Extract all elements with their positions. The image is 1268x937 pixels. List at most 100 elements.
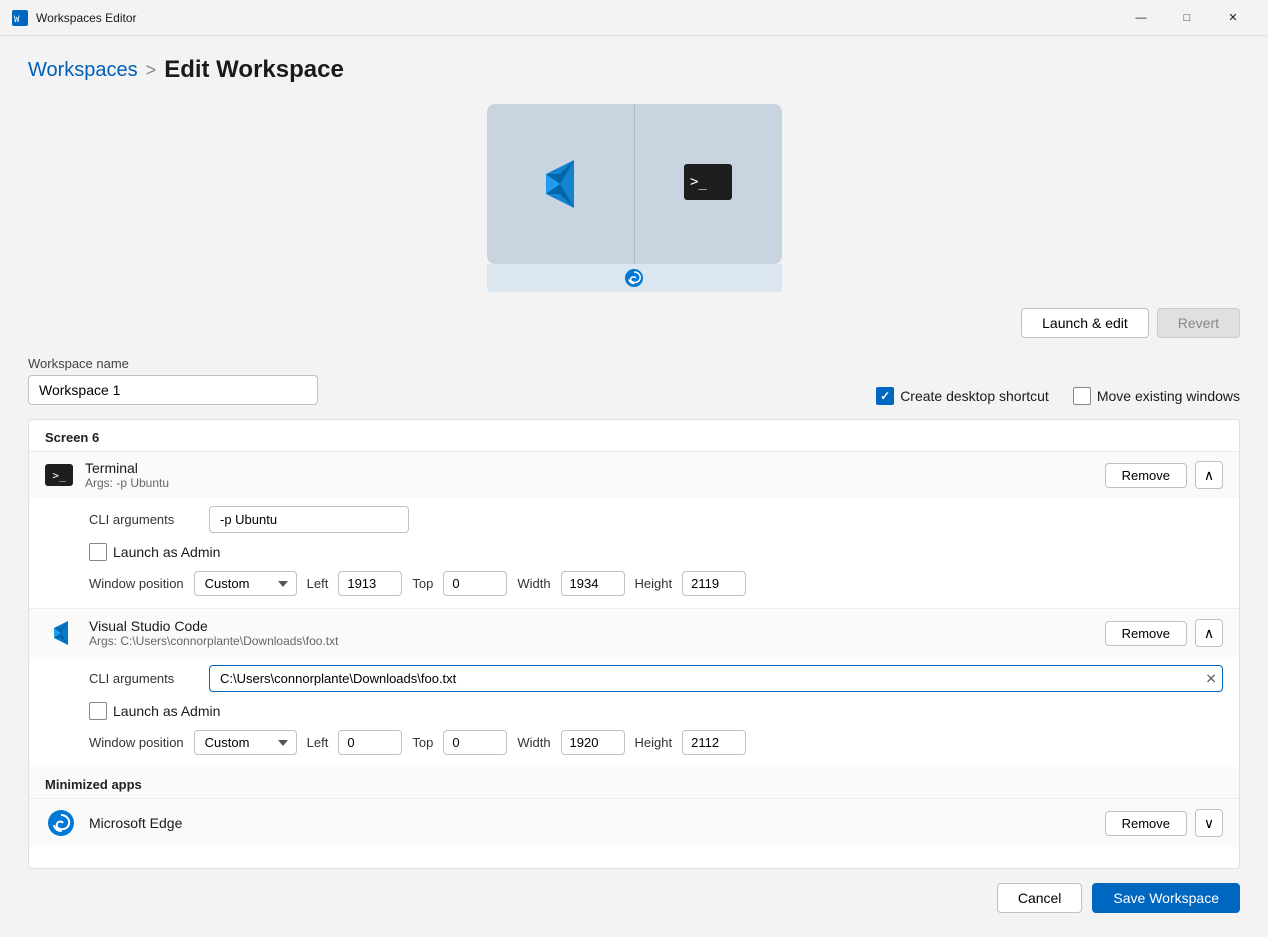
terminal-cli-input[interactable] — [209, 506, 409, 533]
screen-section-header: Screen 6 — [29, 420, 1239, 451]
terminal-height-label: Height — [635, 576, 673, 591]
edge-taskbar-icon — [624, 268, 644, 288]
close-button[interactable]: ✕ — [1210, 0, 1256, 36]
terminal-width-label: Width — [517, 576, 550, 591]
terminal-position-select[interactable]: Custom Maximized Minimized — [194, 571, 297, 596]
options-row: Create desktop shortcut Move existing wi… — [876, 387, 1240, 405]
create-shortcut-checkbox[interactable]: Create desktop shortcut — [876, 387, 1049, 405]
move-windows-label: Move existing windows — [1097, 388, 1240, 404]
workspace-name-field: Workspace name — [28, 356, 318, 405]
breadcrumb-current: Edit Workspace — [164, 56, 344, 84]
terminal-app-info: Terminal Args: -p Ubuntu — [85, 460, 1093, 490]
terminal-height-input[interactable] — [682, 571, 746, 596]
vscode-app-icon — [45, 617, 77, 649]
edge-app-info: Microsoft Edge — [89, 815, 1093, 831]
vscode-admin-checkbox[interactable]: Launch as Admin — [89, 702, 220, 720]
create-shortcut-label: Create desktop shortcut — [900, 388, 1049, 404]
apps-scroll-area[interactable]: Screen 6 >_ Terminal Args: -p Ubuntu Rem… — [28, 419, 1240, 869]
terminal-collapse-button[interactable]: ∧ — [1195, 461, 1223, 489]
vscode-height-input[interactable] — [682, 730, 746, 755]
vscode-top-label: Top — [412, 735, 433, 750]
breadcrumb: Workspaces > Edit Workspace — [28, 56, 1240, 84]
terminal-app-icon: >_ — [45, 464, 73, 486]
bottom-bar: Cancel Save Workspace — [28, 869, 1240, 917]
vscode-height-label: Height — [635, 735, 673, 750]
app-icon: W — [12, 10, 28, 26]
minimize-button[interactable]: — — [1118, 0, 1164, 36]
edge-collapse-button[interactable]: ∨ — [1195, 809, 1223, 837]
terminal-position-label: Window position — [89, 576, 184, 591]
main-content: Workspaces > Edit Workspace — [0, 36, 1268, 937]
app-item-vscode: Visual Studio Code Args: C:\Users\connor… — [29, 608, 1239, 767]
terminal-left-input[interactable] — [338, 571, 402, 596]
vscode-cli-wrap: ✕ — [209, 665, 1223, 692]
app-item-terminal: >_ Terminal Args: -p Ubuntu Remove ∧ CLI… — [29, 451, 1239, 608]
minimized-section-header: Minimized apps — [29, 767, 1239, 798]
vscode-collapse-button[interactable]: ∧ — [1195, 619, 1223, 647]
vscode-admin-row: Launch as Admin — [89, 702, 1223, 720]
vscode-remove-button[interactable]: Remove — [1105, 621, 1187, 646]
terminal-remove-button[interactable]: Remove — [1105, 463, 1187, 488]
terminal-app-name: Terminal — [85, 460, 1093, 476]
breadcrumb-parent[interactable]: Workspaces — [28, 59, 138, 82]
svg-text:>_: >_ — [690, 174, 707, 190]
vscode-cli-label: CLI arguments — [89, 671, 199, 686]
edge-app-icon — [45, 807, 77, 839]
vscode-position-label: Window position — [89, 735, 184, 750]
vscode-cli-row: CLI arguments ✕ — [89, 665, 1223, 692]
terminal-admin-checkbox[interactable]: Launch as Admin — [89, 543, 220, 561]
terminal-position-row: Window position Custom Maximized Minimiz… — [89, 571, 1223, 596]
preview-pane-vscode — [487, 104, 635, 264]
preview-pane-terminal: >_ — [635, 104, 782, 264]
workspace-name-label: Workspace name — [28, 356, 318, 371]
vscode-position-row: Window position Custom Maximized Minimiz… — [89, 730, 1223, 755]
vscode-width-label: Width — [517, 735, 550, 750]
vscode-app-args: Args: C:\Users\connorplante\Downloads\fo… — [89, 634, 1093, 648]
vscode-app-name: Visual Studio Code — [89, 618, 1093, 634]
create-shortcut-checkbox-box[interactable] — [876, 387, 894, 405]
terminal-width-input[interactable] — [561, 571, 625, 596]
vscode-width-input[interactable] — [561, 730, 625, 755]
title-bar: W Workspaces Editor — □ ✕ — [0, 0, 1268, 36]
vscode-cli-input[interactable] — [209, 665, 1223, 692]
terminal-app-details: CLI arguments Launch as Admin Window pos… — [29, 498, 1239, 608]
window-controls: — □ ✕ — [1118, 0, 1256, 36]
breadcrumb-separator: > — [146, 60, 157, 81]
maximize-button[interactable]: □ — [1164, 0, 1210, 36]
vscode-top-input[interactable] — [443, 730, 507, 755]
edge-app-actions: Remove ∨ — [1105, 809, 1223, 837]
vscode-header-row: Visual Studio Code Args: C:\Users\connor… — [29, 609, 1239, 657]
vscode-position-select[interactable]: Custom Maximized Minimized — [194, 730, 297, 755]
terminal-preview-icon: >_ — [680, 156, 736, 212]
vscode-app-actions: Remove ∧ — [1105, 619, 1223, 647]
terminal-admin-label: Launch as Admin — [113, 544, 220, 560]
terminal-app-args: Args: -p Ubuntu — [85, 476, 1093, 490]
move-windows-checkbox[interactable]: Move existing windows — [1073, 387, 1240, 405]
terminal-app-actions: Remove ∧ — [1105, 461, 1223, 489]
vscode-admin-checkbox-box[interactable] — [89, 702, 107, 720]
terminal-top-label: Top — [412, 576, 433, 591]
workspace-name-input[interactable] — [28, 375, 318, 405]
revert-button[interactable]: Revert — [1157, 308, 1240, 338]
save-workspace-button[interactable]: Save Workspace — [1092, 883, 1240, 913]
preview-taskbar — [487, 264, 782, 292]
workspace-preview: >_ — [28, 104, 1240, 292]
action-toolbar: Launch & edit Revert — [28, 308, 1240, 338]
vscode-left-label: Left — [307, 735, 329, 750]
terminal-cli-row: CLI arguments — [89, 506, 1223, 533]
terminal-top-input[interactable] — [443, 571, 507, 596]
vscode-app-info: Visual Studio Code Args: C:\Users\connor… — [89, 618, 1093, 648]
vscode-left-input[interactable] — [338, 730, 402, 755]
vscode-app-details: CLI arguments ✕ Launch as Admin Window p… — [29, 657, 1239, 767]
title-bar-label: Workspaces Editor — [36, 11, 1118, 25]
svg-text:W: W — [14, 15, 20, 25]
terminal-admin-checkbox-box[interactable] — [89, 543, 107, 561]
move-windows-checkbox-box[interactable] — [1073, 387, 1091, 405]
vscode-cli-clear-button[interactable]: ✕ — [1205, 670, 1217, 687]
cancel-button[interactable]: Cancel — [997, 883, 1083, 913]
edge-app-name: Microsoft Edge — [89, 815, 1093, 831]
launch-edit-button[interactable]: Launch & edit — [1021, 308, 1149, 338]
terminal-cli-label: CLI arguments — [89, 512, 199, 527]
app-item-edge: Microsoft Edge Remove ∨ — [29, 798, 1239, 847]
edge-remove-button[interactable]: Remove — [1105, 811, 1187, 836]
